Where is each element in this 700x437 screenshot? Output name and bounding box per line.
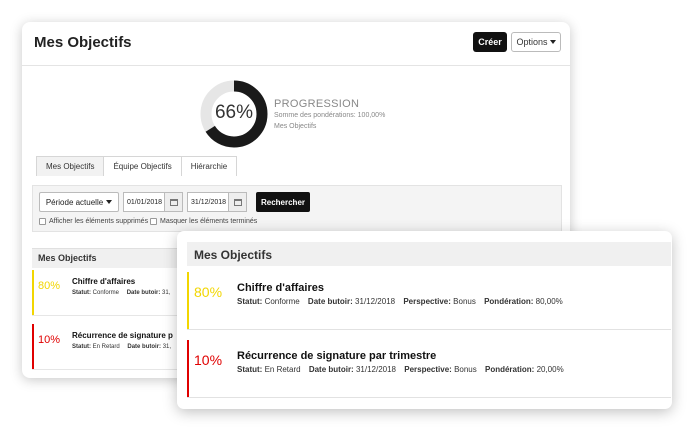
date-to-input[interactable]: 31/12/2018	[187, 192, 229, 212]
status-label: Statut:	[72, 344, 91, 350]
date-to-group: 31/12/2018	[187, 192, 247, 212]
weight-value: 20,00%	[536, 365, 564, 374]
objective-meta: Statut: Conforme Date butoir: 31/12/2018…	[237, 297, 563, 306]
objective-title: Chiffre d'affaires	[72, 277, 136, 286]
date-from-calendar-button[interactable]	[165, 192, 183, 212]
status-bar	[187, 272, 189, 329]
objective-meta: Statut: En Retard Date butoir: 31/12/201…	[237, 365, 564, 374]
due-label: Date butoir:	[307, 297, 353, 306]
create-button[interactable]: Créer	[473, 32, 507, 52]
date-from-input[interactable]: 01/01/2018	[123, 192, 165, 212]
progress-scope: Mes Objectifs	[274, 123, 317, 130]
tab-equipe-objectifs[interactable]: Équipe Objectifs	[103, 156, 182, 176]
status-bar	[32, 270, 34, 315]
caret-down-icon	[106, 200, 113, 204]
hide-finished-checkbox[interactable]	[150, 218, 157, 225]
objective-meta: Statut: Conforme Date butoir: 31,	[72, 290, 170, 296]
status-label: Statut:	[237, 297, 263, 306]
hide-finished-option[interactable]: Masquer les éléments terminés	[150, 218, 257, 225]
due-value: 31/12/2018	[355, 365, 396, 374]
due-value: 31/12/2018	[355, 297, 396, 306]
calendar-icon	[233, 198, 242, 206]
tab-hierarchie[interactable]: Hiérarchie	[180, 156, 238, 176]
page-title: Mes Objectifs	[34, 34, 132, 51]
objective-percent: 10%	[38, 334, 61, 346]
header-divider	[22, 65, 570, 66]
objective-tabs: Mes Objectifs Équipe Objectifs Hiérarchi…	[36, 156, 238, 176]
status-bar	[32, 324, 34, 369]
list-item[interactable]: 80% Chiffre d'affaires Statut: Conforme …	[187, 272, 671, 330]
section-title: Mes Objectifs	[38, 253, 97, 263]
due-value: 31,	[162, 344, 172, 350]
calendar-icon	[169, 198, 178, 206]
objective-percent: 10%	[194, 352, 223, 368]
search-button[interactable]: Rechercher	[256, 192, 310, 212]
objective-percent: 80%	[194, 284, 223, 300]
weight-label: Pondération:	[484, 297, 534, 306]
weight-label: Pondération:	[484, 365, 535, 374]
status-value: Conforme	[264, 297, 300, 306]
status-bar	[187, 340, 189, 397]
section-title: Mes Objectifs	[194, 248, 273, 262]
objectives-section-header: Mes Objectifs	[187, 242, 671, 266]
date-from-group: 01/01/2018	[123, 192, 183, 212]
period-select-label: Période actuelle	[45, 197, 104, 207]
status-value: Conforme	[92, 290, 120, 296]
status-label: Statut:	[72, 290, 91, 296]
due-value: 31,	[162, 290, 171, 296]
status-value: En Retard	[92, 344, 120, 350]
caret-down-icon	[549, 40, 556, 44]
list-item[interactable]: 10% Récurrence de signature par trimestr…	[187, 340, 671, 398]
options-label: Options	[516, 37, 548, 47]
perspective-value: Bonus	[453, 297, 476, 306]
due-label: Date butoir:	[127, 344, 162, 350]
perspective-label: Perspective:	[403, 297, 451, 306]
options-dropdown-button[interactable]: Options	[511, 32, 561, 52]
objective-percent: 80%	[38, 280, 61, 292]
progress-title: PROGRESSION	[274, 98, 360, 110]
objective-title: Récurrence de signature p	[72, 331, 173, 340]
weight-value: 80,00%	[535, 297, 563, 306]
objectives-detail-card: Mes Objectifs 80% Chiffre d'affaires Sta…	[177, 231, 672, 409]
show-deleted-checkbox[interactable]	[39, 218, 46, 225]
progress-weight-sum: Somme des pondérations: 100,00%	[274, 112, 386, 119]
due-label: Date butoir:	[308, 365, 354, 374]
due-label: Date butoir:	[126, 290, 161, 296]
period-select[interactable]: Période actuelle	[39, 192, 119, 212]
perspective-label: Perspective:	[404, 365, 452, 374]
show-deleted-label: Afficher les éléments supprimés	[49, 218, 149, 225]
status-value: En Retard	[264, 365, 301, 374]
tab-mes-objectifs[interactable]: Mes Objectifs	[36, 156, 105, 176]
filter-panel: Période actuelle 01/01/2018 31/12/2018 R…	[32, 185, 562, 232]
date-to-calendar-button[interactable]	[229, 192, 247, 212]
hide-finished-label: Masquer les éléments terminés	[160, 218, 258, 225]
perspective-value: Bonus	[454, 365, 477, 374]
progress-percent: 66%	[214, 102, 254, 123]
objective-title: Chiffre d'affaires	[237, 282, 324, 294]
show-deleted-option[interactable]: Afficher les éléments supprimés	[39, 218, 148, 225]
objective-title: Récurrence de signature par trimestre	[237, 350, 437, 362]
objective-meta: Statut: En Retard Date butoir: 31,	[72, 344, 171, 350]
status-label: Statut:	[237, 365, 263, 374]
